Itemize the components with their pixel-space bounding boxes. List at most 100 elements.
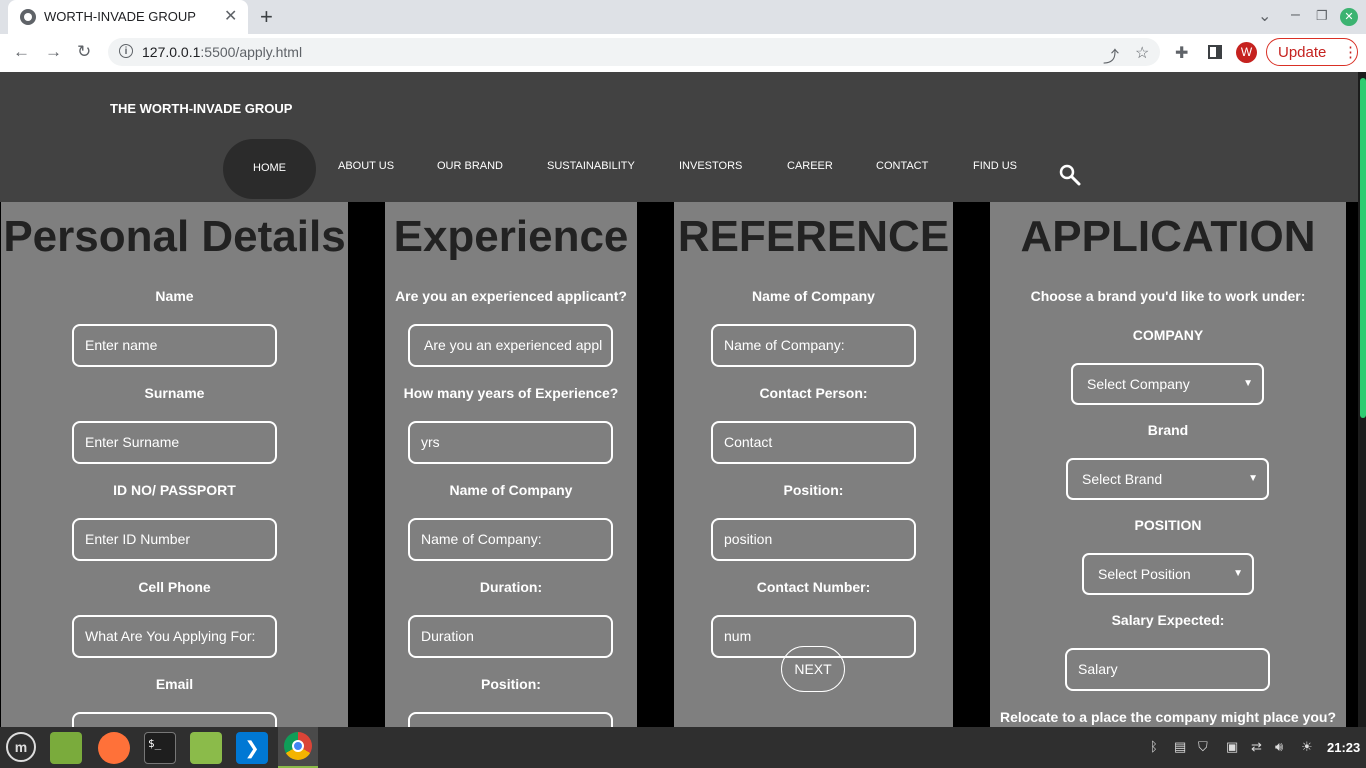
bluetooth-icon[interactable]: ᛒ bbox=[1150, 739, 1158, 754]
brand-select[interactable]: Select Brand ▼ bbox=[1066, 458, 1269, 500]
tab-title: WORTH-INVADE GROUP bbox=[44, 9, 196, 24]
nav-home[interactable]: HOME bbox=[223, 139, 316, 199]
contact-person-label: Contact Person: bbox=[759, 385, 868, 401]
email-input[interactable] bbox=[72, 712, 277, 727]
files-icon[interactable] bbox=[50, 732, 82, 764]
clock[interactable]: 21:23 bbox=[1327, 740, 1360, 755]
site-header: THE WORTH-INVADE GROUP HOME ABOUT US OUR… bbox=[0, 72, 1366, 202]
cell-phone-label: Cell Phone bbox=[138, 579, 211, 595]
nav-home-label: HOME bbox=[253, 162, 286, 174]
position-select[interactable]: Select Position ▼ bbox=[1082, 553, 1254, 595]
nav-sustainability[interactable]: SUSTAINABILITY bbox=[547, 160, 635, 172]
chrome-icon bbox=[284, 732, 312, 760]
exp-position-input[interactable] bbox=[408, 712, 613, 727]
ref-position-label: Position: bbox=[783, 482, 844, 498]
exp-company-label: Name of Company bbox=[449, 482, 573, 498]
personal-details-title: Personal Details bbox=[3, 212, 346, 261]
back-icon[interactable]: ← bbox=[13, 42, 30, 62]
email-label: Email bbox=[155, 676, 194, 692]
nav-investors[interactable]: INVESTORS bbox=[679, 160, 742, 172]
update-label: Update bbox=[1278, 44, 1327, 61]
bookmark-star-icon[interactable]: ☆ bbox=[1135, 43, 1149, 63]
globe-icon bbox=[20, 9, 36, 25]
forward-icon[interactable]: → bbox=[45, 42, 62, 62]
site-info-icon[interactable]: i bbox=[119, 44, 133, 58]
window-close-button[interactable]: ✕ bbox=[1340, 8, 1358, 26]
folder-icon[interactable] bbox=[190, 732, 222, 764]
url-path: :5500/apply.html bbox=[200, 44, 303, 60]
id-passport-label: ID NO/ PASSPORT bbox=[113, 482, 236, 498]
nav-find-us[interactable]: FIND US bbox=[973, 160, 1017, 172]
surname-label: Surname bbox=[144, 385, 205, 401]
web-page: THE WORTH-INVADE GROUP HOME ABOUT US OUR… bbox=[0, 72, 1366, 727]
brand-select-value: Select Brand bbox=[1082, 471, 1163, 487]
salary-input[interactable]: Salary bbox=[1065, 648, 1270, 691]
years-experience-label: How many years of Experience? bbox=[403, 385, 619, 401]
name-input[interactable]: Enter name bbox=[72, 324, 277, 367]
company-select[interactable]: Select Company ▼ bbox=[1071, 363, 1264, 405]
mint-menu-icon[interactable]: m bbox=[6, 732, 36, 762]
firefox-icon[interactable] bbox=[98, 732, 130, 764]
maximize-icon[interactable]: ❐ bbox=[1316, 8, 1328, 24]
nav-career[interactable]: CAREER bbox=[787, 160, 833, 172]
brand-intro-label: Choose a brand you'd like to work under: bbox=[1030, 288, 1306, 304]
reference-panel: REFERENCE Name of Company Name of Compan… bbox=[674, 202, 953, 727]
ref-company-label: Name of Company bbox=[752, 288, 875, 304]
url-text: 127.0.0.1:5500/apply.html bbox=[142, 44, 302, 60]
id-number-input[interactable]: Enter ID Number bbox=[72, 518, 277, 561]
chevron-down-icon: ▼ bbox=[1248, 473, 1258, 484]
duration-label: Duration: bbox=[479, 579, 543, 595]
clipboard-icon[interactable]: ▤ bbox=[1174, 739, 1186, 755]
new-tab-button[interactable]: + bbox=[260, 4, 273, 30]
salary-label: Salary Expected: bbox=[1111, 612, 1225, 628]
name-label: Name bbox=[155, 288, 194, 304]
extensions-icon[interactable]: ✚ bbox=[1175, 43, 1188, 63]
more-menu-icon[interactable]: ⋮ bbox=[1343, 43, 1358, 61]
brightness-icon[interactable]: ☀ bbox=[1301, 739, 1313, 755]
years-experience-input[interactable]: yrs bbox=[408, 421, 613, 464]
nav-contact[interactable]: CONTACT bbox=[876, 160, 928, 172]
contact-person-input[interactable]: Contact bbox=[711, 421, 916, 464]
cell-phone-input[interactable]: What Are You Applying For: bbox=[72, 615, 277, 658]
nav-about-us[interactable]: ABOUT US bbox=[338, 160, 394, 172]
company-label: COMPANY bbox=[1132, 327, 1204, 343]
personal-details-panel: Personal Details Name Enter name Surname… bbox=[1, 202, 348, 727]
site-brand[interactable]: THE WORTH-INVADE GROUP bbox=[110, 101, 292, 116]
vscode-icon[interactable]: ❯ bbox=[236, 732, 268, 764]
company-select-value: Select Company bbox=[1087, 376, 1190, 392]
url-host: 127.0.0.1 bbox=[142, 44, 201, 60]
duration-input[interactable]: Duration bbox=[408, 615, 613, 658]
close-tab-icon[interactable]: ✕ bbox=[224, 6, 237, 26]
scrollbar-thumb[interactable] bbox=[1360, 78, 1366, 418]
relocate-label: Relocate to a place the company might pl… bbox=[999, 709, 1337, 725]
profile-avatar[interactable]: W bbox=[1236, 42, 1257, 63]
exp-company-input[interactable]: Name of Company: bbox=[408, 518, 613, 561]
contact-number-label: Contact Number: bbox=[756, 579, 871, 595]
tab-search-icon[interactable]: ⌄ bbox=[1258, 6, 1271, 26]
nav-our-brand[interactable]: OUR BRAND bbox=[437, 160, 503, 172]
position-select-value: Select Position bbox=[1098, 566, 1191, 582]
address-bar[interactable]: i 127.0.0.1:5500/apply.html bbox=[108, 38, 1160, 66]
browser-tab[interactable]: WORTH-INVADE GROUP ✕ bbox=[8, 0, 248, 34]
notes-icon[interactable]: ▣ bbox=[1226, 739, 1238, 755]
terminal-icon[interactable]: $_ bbox=[144, 732, 176, 764]
volume-icon[interactable]: 🔊︎ bbox=[1275, 739, 1283, 755]
chevron-down-icon: ▼ bbox=[1243, 378, 1253, 389]
experienced-applicant-input[interactable]: Are you an experienced appl bbox=[408, 324, 613, 367]
reload-icon[interactable]: ↻ bbox=[77, 42, 91, 62]
surname-input[interactable]: Enter Surname bbox=[72, 421, 277, 464]
side-panel-icon[interactable] bbox=[1208, 45, 1222, 59]
ref-company-input[interactable]: Name of Company: bbox=[711, 324, 916, 367]
brand-label: Brand bbox=[1147, 422, 1189, 438]
network-icon[interactable]: ⇄ bbox=[1251, 739, 1262, 755]
update-button[interactable]: Update ⋮ bbox=[1266, 38, 1358, 66]
search-icon[interactable] bbox=[1059, 164, 1081, 186]
ref-position-input[interactable]: position bbox=[711, 518, 916, 561]
shield-icon[interactable]: ⛉ bbox=[1198, 739, 1208, 755]
next-button[interactable]: NEXT bbox=[781, 646, 845, 692]
application-panel: APPLICATION Choose a brand you'd like to… bbox=[990, 202, 1346, 727]
minimize-icon[interactable]: – bbox=[1291, 6, 1300, 24]
experience-title: Experience bbox=[393, 212, 629, 261]
exp-position-label: Position: bbox=[481, 676, 541, 692]
share-icon[interactable]: ⤴ bbox=[1103, 43, 1119, 67]
